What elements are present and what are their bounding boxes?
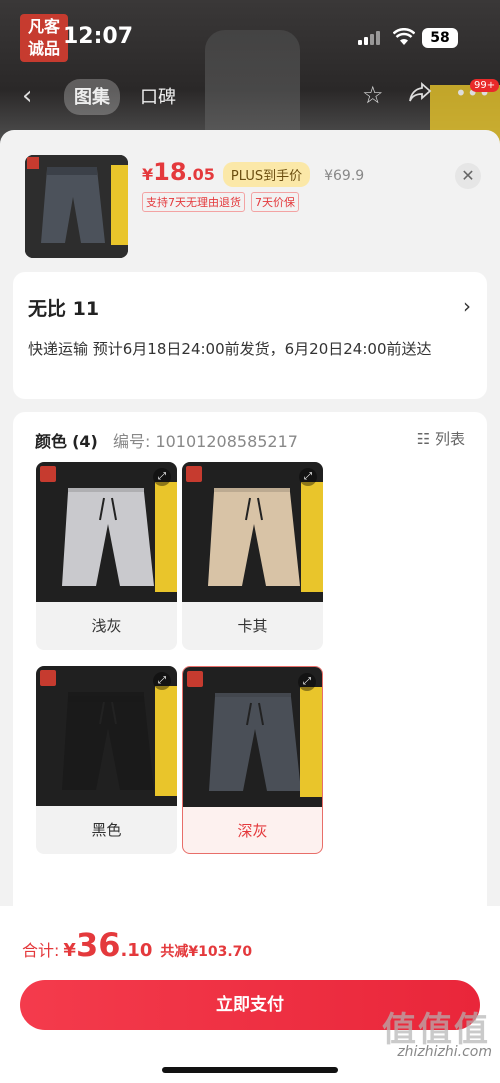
yellow-shirt-image <box>301 482 323 592</box>
price-protection-tag: 7天价保 <box>251 192 299 212</box>
color-option-image: ⤢ <box>182 462 323 602</box>
list-icon: ☷ <box>416 430 431 448</box>
clock: 12:07 <box>63 24 134 49</box>
star-icon[interactable]: ☆ <box>362 81 384 109</box>
battery-icon: 58 <box>422 28 458 48</box>
color-option-image: ⤢ <box>183 667 322 807</box>
color-option[interactable]: ⤢ 深灰 <box>182 666 323 854</box>
expand-icon[interactable]: ⤢ <box>153 672 171 690</box>
color-label: 颜色 <box>35 432 68 451</box>
product-code: 编号: 10101208585217 <box>112 432 298 451</box>
yellow-shirt-image <box>300 687 322 797</box>
service-tags: 支持7天无理由退货 7天价保 <box>142 192 299 212</box>
plus-price-badge: PLUS到手价 <box>222 162 311 187</box>
expand-icon[interactable]: ⤢ <box>153 468 171 486</box>
plus-price: ¥18.05 <box>142 158 215 186</box>
shorts-image <box>62 692 154 790</box>
wifi-icon <box>392 27 416 51</box>
checkout-bar: 合计: ¥ 36 .10 共减¥103.70 立即支付 值值值 zhizhizh… <box>0 906 500 1083</box>
status-bar: 12:07 58 <box>0 0 500 70</box>
total-integer: 36 <box>75 926 121 964</box>
close-button[interactable]: ✕ <box>455 163 481 189</box>
expand-icon[interactable]: ⤢ <box>299 468 317 486</box>
total-decimal: .10 <box>120 940 153 961</box>
shorts-image <box>62 488 154 586</box>
yellow-shirt-image <box>155 482 177 592</box>
delivery-note: 快递运输 预计6月18日24:00前发货，6月20日24:00前送达 <box>28 340 432 358</box>
color-option-label: 卡其 <box>237 617 268 635</box>
chevron-right-icon: › <box>463 294 471 318</box>
color-option[interactable]: ⤢ 卡其 <box>182 462 323 650</box>
home-indicator[interactable] <box>162 1067 338 1073</box>
brand-mini-logo <box>187 671 203 687</box>
shorts-image <box>209 693 301 791</box>
share-icon[interactable] <box>408 81 432 109</box>
brand-mini-logo <box>186 466 202 482</box>
original-price: ¥69.9 <box>324 168 365 184</box>
total-discount: 共减¥103.70 <box>160 944 253 960</box>
expand-icon[interactable]: ⤢ <box>298 673 316 691</box>
address-card[interactable]: 无比 11 › 快递运输 预计6月18日24:00前发货，6月20日24:00前… <box>13 272 487 399</box>
message-badge: 99+ <box>470 79 500 92</box>
color-count: (4) <box>72 432 98 451</box>
tab-reviews[interactable]: 口碑 <box>130 79 186 115</box>
color-option-image: ⤢ <box>36 462 177 602</box>
color-header: 颜色 (4) 编号: 10101208585217 <box>35 428 298 452</box>
total-price: 合计: ¥ 36 .10 共减¥103.70 <box>22 926 252 964</box>
product-thumbnail <box>25 155 128 258</box>
color-option[interactable]: ⤢ 浅灰 <box>36 462 177 650</box>
top-nav: ‹ 图集 口碑 ☆ ••• 99+ <box>0 75 500 119</box>
total-currency: ¥ <box>63 940 76 961</box>
brand-mini-logo <box>40 466 56 482</box>
list-view-toggle[interactable]: ☷ 列表 <box>417 428 465 449</box>
color-option[interactable]: ⤢ 黑色 <box>36 666 177 854</box>
color-option-image: ⤢ <box>36 666 177 806</box>
brand-mini-logo <box>40 670 56 686</box>
site-watermark-text: zhizhizhi.com <box>397 1044 492 1060</box>
signal-icon <box>358 31 382 45</box>
color-option-label: 浅灰 <box>91 617 122 635</box>
shorts-image <box>208 488 300 586</box>
price-row: ¥18.05 PLUS到手价 ¥69.9 <box>142 158 364 187</box>
yellow-shirt-image <box>155 686 177 796</box>
back-icon[interactable]: ‹ <box>22 81 32 111</box>
color-option-label: 黑色 <box>91 821 122 839</box>
media-tabs: 图集 口碑 <box>64 79 186 115</box>
tab-gallery[interactable]: 图集 <box>64 79 120 115</box>
total-label: 合计: <box>22 941 60 960</box>
return-policy-tag: 支持7天无理由退货 <box>142 192 245 212</box>
address-title: 无比 11 <box>28 298 100 320</box>
close-icon: ✕ <box>461 166 475 185</box>
color-option-label: 深灰 <box>237 822 268 840</box>
list-view-label: 列表 <box>434 430 465 448</box>
